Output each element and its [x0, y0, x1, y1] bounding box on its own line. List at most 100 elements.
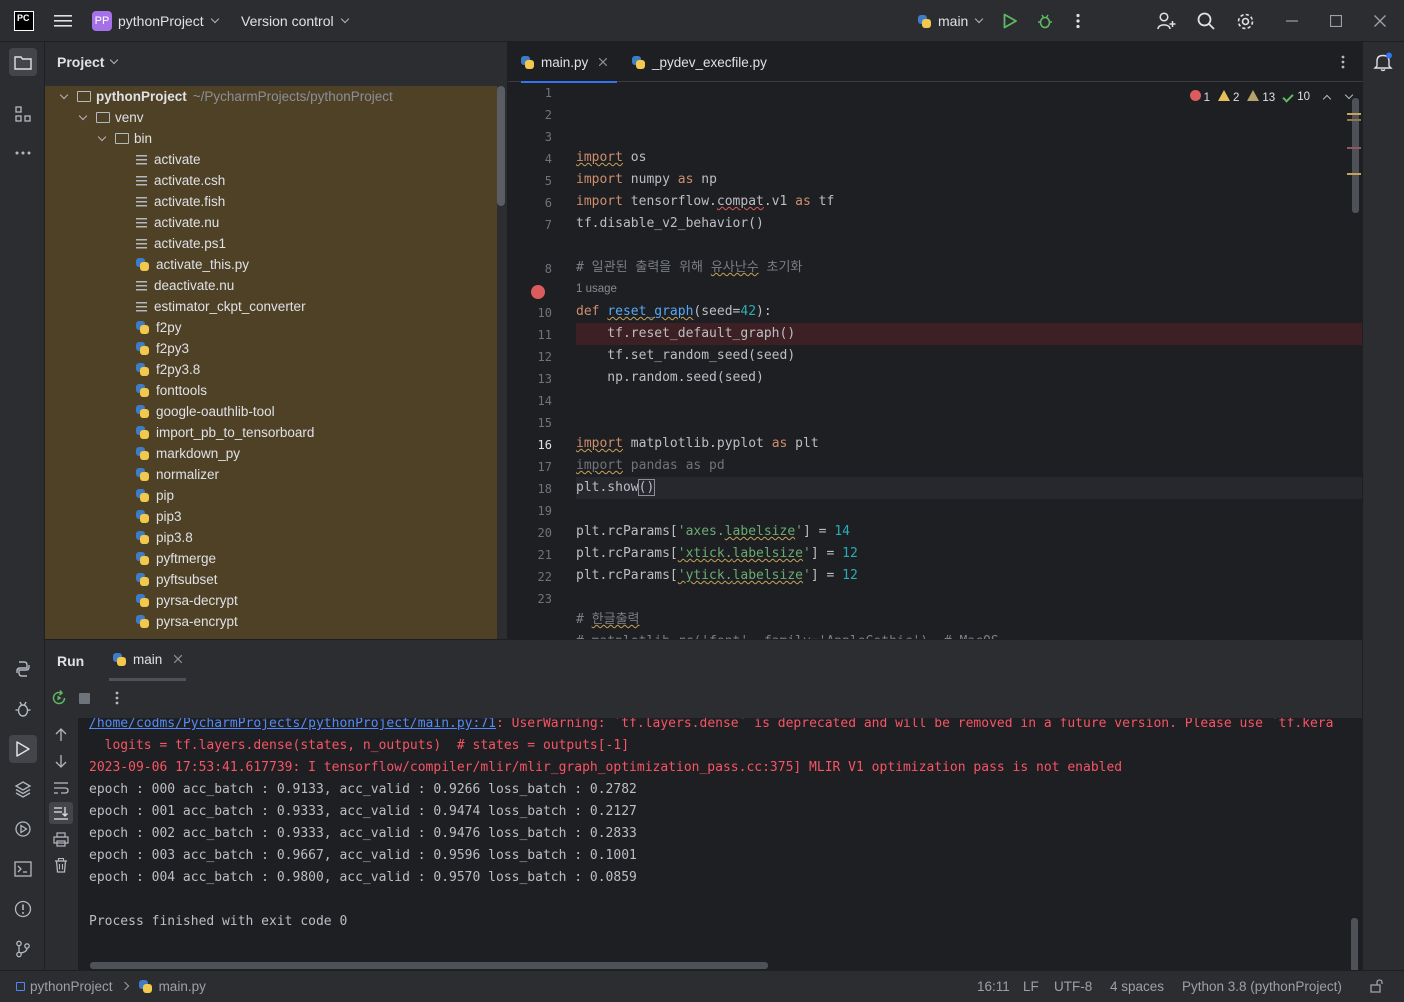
git-tool-button[interactable]	[9, 935, 37, 963]
line-number[interactable]: 5	[512, 174, 552, 188]
scroll-up-button[interactable]	[54, 728, 68, 745]
tree-file[interactable]: pyrsa-encrypt	[45, 611, 497, 632]
tree-file[interactable]: f2py3	[45, 338, 497, 359]
structure-tool-button[interactable]	[9, 100, 37, 128]
tree-file[interactable]: google-oauthlib-tool	[45, 401, 497, 422]
line-number[interactable]: 6	[512, 196, 552, 210]
console-output[interactable]: /home/codms/PycharmProjects/pythonProjec…	[78, 718, 1362, 971]
line-number[interactable]: 4	[512, 152, 552, 166]
tree-file[interactable]: estimator_ckpt_converter	[45, 296, 497, 317]
tree-file[interactable]: pyftsubset	[45, 569, 497, 590]
print-button[interactable]	[53, 832, 69, 850]
line-number[interactable]: 12	[512, 350, 552, 364]
tree-file[interactable]: activate.ps1	[45, 233, 497, 254]
rerun-button[interactable]	[51, 690, 67, 709]
clear-console-button[interactable]	[54, 857, 68, 876]
tree-file[interactable]: activate.nu	[45, 212, 497, 233]
line-number[interactable]: 11	[512, 328, 552, 342]
breadcrumb-file[interactable]: main.py	[159, 979, 206, 994]
tab-pydev-execfile[interactable]: _pydev_execfile.py	[632, 42, 767, 82]
line-number[interactable]: 13	[512, 372, 552, 386]
code-with-me-button[interactable]	[1157, 0, 1176, 42]
line-number[interactable]: 15	[512, 416, 552, 430]
code-area[interactable]: import os import numpy as np import tens…	[576, 84, 1362, 654]
scroll-down-button[interactable]	[54, 754, 68, 771]
console-file-link[interactable]: /home/codms/PycharmProjects/pythonProjec…	[89, 718, 496, 731]
line-number[interactable]: 1	[512, 86, 552, 100]
expand-icon[interactable]	[59, 90, 69, 99]
services-tool-button[interactable]	[9, 815, 37, 843]
line-number[interactable]: 16	[512, 438, 552, 452]
tree-file[interactable]: activate_this.py	[45, 254, 497, 275]
caret-position[interactable]: 16:11	[977, 971, 1010, 1001]
line-number[interactable]: 14	[512, 394, 552, 408]
tree-file[interactable]: pyrsa-decrypt	[45, 590, 497, 611]
debug-button[interactable]	[1037, 0, 1053, 42]
indent-setting[interactable]: 4 spaces	[1110, 971, 1164, 1001]
python-packages-button[interactable]	[9, 775, 37, 803]
vcs-menu[interactable]: Version control	[241, 0, 349, 42]
tree-folder-bin[interactable]: bin	[45, 128, 497, 149]
line-number[interactable]: 8	[512, 262, 552, 276]
line-separator[interactable]: LF	[1023, 971, 1039, 1001]
project-tool-button[interactable]	[9, 48, 37, 76]
file-encoding[interactable]: UTF-8	[1054, 971, 1092, 1001]
minimize-button[interactable]	[1286, 0, 1298, 42]
tree-file[interactable]: deactivate.nu	[45, 275, 497, 296]
line-number[interactable]: 19	[512, 504, 552, 518]
tree-file[interactable]: f2py	[45, 317, 497, 338]
tree-file[interactable]: normalizer	[45, 464, 497, 485]
project-panel-header[interactable]: Project	[57, 42, 119, 82]
tree-file[interactable]: pip3	[45, 506, 497, 527]
warning-stripe[interactable]	[1347, 119, 1361, 121]
run-more-button[interactable]	[115, 691, 119, 708]
problems-tool-button[interactable]	[9, 895, 37, 923]
expand-icon[interactable]	[97, 132, 107, 141]
line-number[interactable]: 10	[512, 306, 552, 320]
usage-hint[interactable]: 1 usage	[576, 283, 617, 295]
tab-options-button[interactable]	[1341, 55, 1345, 72]
tree-file[interactable]: pip3.8	[45, 527, 497, 548]
more-actions-button[interactable]	[1076, 0, 1080, 42]
error-stripe[interactable]	[1347, 147, 1361, 149]
run-button[interactable]	[1003, 0, 1017, 42]
close-icon[interactable]	[599, 58, 608, 66]
terminal-tool-button[interactable]	[9, 855, 37, 883]
project-switcher[interactable]: PP pythonProject	[92, 0, 219, 42]
tree-file[interactable]: fonttools	[45, 380, 497, 401]
python-interpreter[interactable]: Python 3.8 (pythonProject)	[1182, 971, 1342, 1001]
console-vertical-scrollbar[interactable]	[1351, 918, 1358, 971]
settings-button[interactable]	[1236, 0, 1255, 42]
tree-file[interactable]: activate.csh	[45, 170, 497, 191]
tree-folder-venv[interactable]: venv	[45, 107, 497, 128]
breadcrumb-project[interactable]: pythonProject	[30, 979, 113, 994]
console-horizontal-scrollbar[interactable]	[90, 962, 768, 969]
tree-file[interactable]: f2py3.8	[45, 359, 497, 380]
more-tools-button[interactable]	[9, 139, 37, 167]
run-tab-main[interactable]: main	[109, 640, 187, 681]
soft-wrap-button[interactable]	[53, 781, 69, 798]
run-config-selector[interactable]: main	[918, 0, 984, 42]
close-icon[interactable]	[174, 655, 183, 663]
main-menu-button[interactable]	[54, 0, 72, 42]
python-console-button[interactable]	[9, 655, 37, 683]
editor-scrollbar[interactable]	[1352, 98, 1359, 213]
line-number[interactable]: 20	[512, 526, 552, 540]
expand-icon[interactable]	[78, 111, 88, 120]
line-number[interactable]: 17	[512, 460, 552, 474]
tree-file[interactable]: markdown_py	[45, 443, 497, 464]
line-number[interactable]: 22	[512, 570, 552, 584]
breakpoint-marker[interactable]	[531, 285, 545, 299]
tree-file[interactable]: import_pb_to_tensorboard	[45, 422, 497, 443]
run-tool-button[interactable]	[9, 735, 37, 763]
debug-tool-button[interactable]	[9, 695, 37, 723]
warning-stripe[interactable]	[1347, 173, 1361, 175]
scroll-to-end-button[interactable]	[49, 802, 73, 824]
line-number[interactable]: 21	[512, 548, 552, 562]
tree-file[interactable]: pyftmerge	[45, 548, 497, 569]
tab-main-py[interactable]: main.py	[521, 42, 618, 83]
maximize-button[interactable]	[1330, 0, 1342, 42]
app-logo[interactable]: PC	[14, 11, 34, 31]
line-number[interactable]: 23	[512, 592, 552, 606]
warning-stripe[interactable]	[1347, 113, 1361, 115]
